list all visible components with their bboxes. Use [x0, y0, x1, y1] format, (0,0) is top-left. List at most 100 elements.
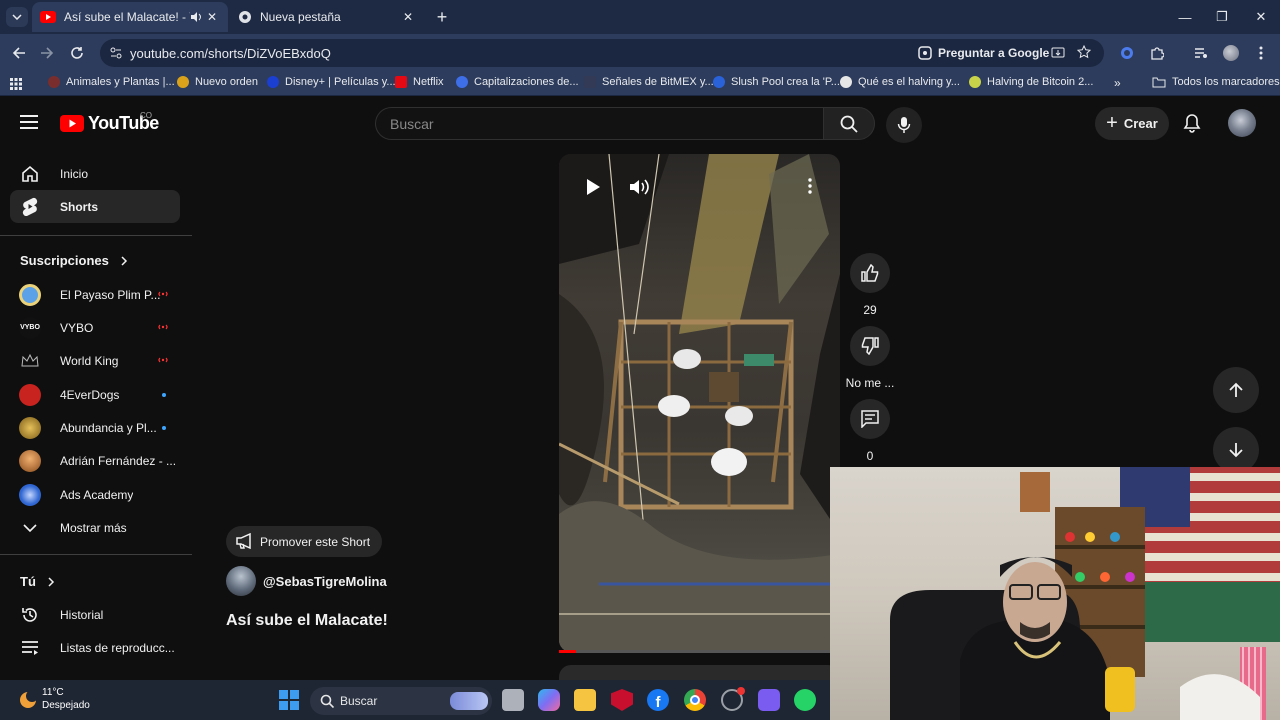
subscription-item[interactable]: Ads Academy	[10, 478, 180, 511]
system-app-icon[interactable]	[721, 687, 745, 711]
profile-extension-button[interactable]	[1116, 42, 1138, 64]
file-explorer-icon[interactable]	[574, 689, 596, 711]
reload-button[interactable]	[66, 42, 88, 64]
address-bar[interactable]: youtube.com/shorts/DiZVoEBxdoQ Preguntar…	[100, 39, 1104, 67]
sidebar-item-shorts[interactable]: Shorts	[10, 190, 180, 223]
video-progress-bar[interactable]	[559, 650, 840, 653]
you-heading[interactable]: Tú	[20, 574, 56, 589]
sidebar-item-label: Shorts	[60, 199, 99, 214]
comments-button[interactable]	[850, 399, 890, 439]
bookmark-star-icon[interactable]	[1077, 45, 1091, 59]
sidebar-item-historial[interactable]: Historial	[10, 598, 180, 631]
all-bookmarks-button[interactable]: Todos los marcadores	[1152, 76, 1280, 88]
teams-icon[interactable]	[758, 689, 780, 711]
kebab-menu-icon	[1259, 46, 1263, 60]
ask-google-button[interactable]: Preguntar a Google	[910, 42, 1057, 64]
bookmark-label: Animales y Plantas |...	[66, 76, 175, 88]
subscription-item[interactable]: World King	[10, 344, 180, 377]
media-queue-icon	[1195, 48, 1207, 58]
bookmark-item[interactable]: Nuevo orden	[177, 76, 258, 88]
site-info-icon[interactable]	[110, 47, 122, 59]
google-lens-icon	[918, 46, 932, 60]
volume-icon[interactable]	[629, 178, 651, 196]
channel-link[interactable]: @SebasTigreMolina	[226, 566, 387, 596]
like-button[interactable]	[850, 253, 890, 293]
reload-icon	[71, 47, 83, 59]
channel-name: Ads Academy	[60, 487, 134, 502]
sidebar-item-inicio[interactable]: Inicio	[10, 157, 180, 190]
facebook-icon[interactable]: f	[647, 689, 669, 711]
notifications-bell-icon[interactable]	[1182, 113, 1202, 133]
tab-search-button[interactable]	[6, 7, 28, 27]
show-more-button[interactable]: Mostrar más	[10, 511, 180, 544]
task-view-icon[interactable]	[502, 689, 524, 711]
taskbar-search-label: Buscar	[340, 694, 378, 708]
bookmark-item[interactable]: Capitalizaciones de...	[456, 76, 579, 88]
minimize-button[interactable]: —	[1170, 6, 1200, 28]
create-button[interactable]: + Crear	[1095, 107, 1169, 140]
bookmark-item[interactable]: Animales y Plantas |...	[48, 76, 175, 88]
live-indicator-icon	[158, 357, 168, 363]
tab-title: Nueva pestaña	[260, 10, 341, 24]
tab-youtube-short[interactable]: Así sube el Malacate! - YouTube ✕	[32, 2, 228, 32]
hamburger-menu-icon[interactable]	[20, 115, 38, 129]
youtube-logo[interactable]: YouTube CO	[60, 111, 159, 134]
puzzle-icon	[1151, 47, 1164, 60]
close-window-button[interactable]: ✕	[1246, 6, 1276, 28]
subscription-item[interactable]: VYBO VYBO	[10, 311, 180, 344]
channel-avatar	[19, 416, 41, 439]
more-options-icon[interactable]	[808, 178, 812, 194]
chrome-menu-button[interactable]	[1250, 42, 1272, 64]
youtube-play-logo-icon	[60, 115, 84, 132]
play-icon[interactable]	[585, 178, 601, 196]
extension-circle-icon	[1121, 47, 1133, 59]
sidebar-item-playlists[interactable]: Listas de reproducc...	[10, 631, 180, 664]
promote-short-button[interactable]: Promover este Short	[226, 526, 383, 557]
bookmark-item[interactable]: Halving de Bitcoin 2...	[969, 76, 1093, 88]
media-controls-button[interactable]	[1190, 42, 1212, 64]
extensions-button[interactable]	[1146, 42, 1168, 64]
dislike-button[interactable]	[850, 326, 890, 366]
new-content-dot	[162, 426, 166, 430]
apps-grid-icon[interactable]	[10, 78, 22, 90]
profile-button[interactable]	[1220, 42, 1242, 64]
more-bookmarks-button[interactable]: »	[1114, 76, 1121, 90]
search-icon	[320, 694, 334, 708]
account-avatar[interactable]	[1228, 109, 1256, 137]
subscription-item[interactable]: Adrián Fernández - ...	[10, 444, 180, 477]
copilot-icon[interactable]	[538, 689, 560, 711]
taskbar-search[interactable]: Buscar	[310, 687, 492, 715]
bookmark-label: Nuevo orden	[195, 76, 258, 88]
close-tab-icon[interactable]: ✕	[204, 9, 220, 25]
browser-tab-strip: Así sube el Malacate! - YouTube ✕ Nueva …	[0, 0, 1280, 34]
tab-new-tab[interactable]: Nueva pestaña ✕	[230, 2, 424, 32]
forward-button[interactable]	[36, 42, 58, 64]
search-input[interactable]	[390, 116, 810, 132]
bookmark-item[interactable]: Slush Pool crea la 'P...	[713, 76, 840, 88]
close-tab-icon[interactable]: ✕	[400, 9, 416, 25]
whatsapp-icon[interactable]	[794, 689, 816, 711]
bookmark-item[interactable]: Señales de BitMEX y...	[584, 76, 714, 88]
back-button[interactable]	[8, 42, 30, 64]
bookmark-item[interactable]: Netflix	[395, 76, 444, 88]
subscription-item[interactable]: 4EverDogs	[10, 378, 180, 411]
bookmark-item[interactable]: Qué es el halving y...	[840, 76, 960, 88]
new-tab-button[interactable]: +	[432, 7, 452, 27]
profile-avatar	[1223, 45, 1239, 61]
previous-short-button[interactable]	[1213, 367, 1259, 413]
search-button[interactable]	[823, 107, 875, 140]
maximize-button[interactable]: ❐	[1207, 6, 1237, 28]
short-video-player[interactable]	[559, 154, 840, 652]
channel-name: World King	[60, 353, 119, 368]
subscription-item[interactable]: Abundancia y Pl...	[10, 411, 180, 444]
subscription-item[interactable]: El Payaso Plim P...	[10, 278, 180, 311]
install-app-icon[interactable]	[1051, 46, 1065, 60]
bookmark-item[interactable]: Disney+ | Películas y...	[267, 76, 396, 88]
thumbs-up-icon	[861, 264, 879, 282]
subscriptions-heading[interactable]: Suscripciones	[20, 253, 129, 268]
weather-widget[interactable]: 11°C Despejado	[18, 686, 90, 712]
chrome-icon[interactable]	[684, 689, 706, 711]
voice-search-button[interactable]	[886, 107, 922, 143]
start-button[interactable]	[278, 689, 300, 711]
mcafee-icon[interactable]	[611, 689, 633, 711]
